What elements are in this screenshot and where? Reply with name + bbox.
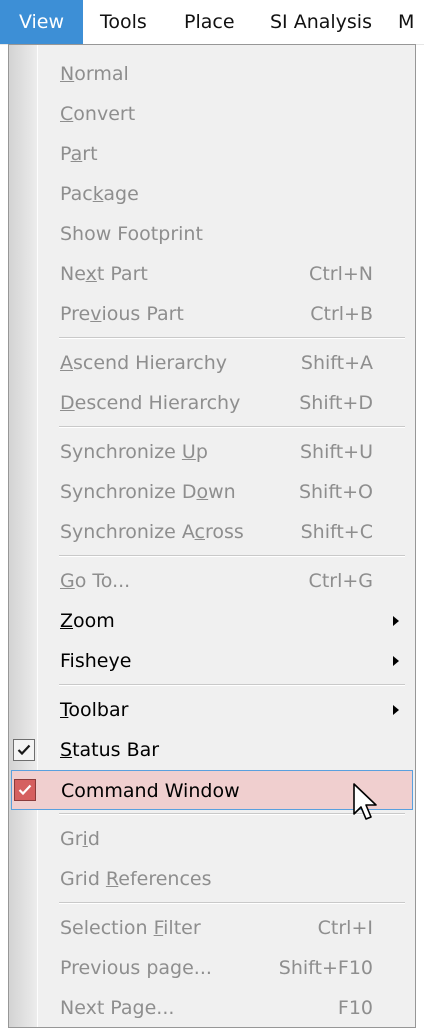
menu-item-grid-references[interactable]: Grid References: [9, 859, 415, 899]
menu-item-label: Selection Filter: [60, 917, 201, 939]
menu-item-convert[interactable]: Convert: [9, 94, 415, 134]
menu-item-fisheye[interactable]: Fisheye: [9, 641, 415, 681]
menu-item-label: Synchronize Across: [60, 521, 244, 543]
menu-item-label: Package: [60, 183, 139, 205]
menu-item-synchronize-down[interactable]: Synchronize Down Shift+O: [9, 472, 415, 512]
menu-item-zoom[interactable]: Zoom: [9, 601, 415, 641]
menu-item-label: Previous Part: [60, 303, 184, 325]
menu-item-label: Normal: [60, 63, 129, 85]
menu-item-shortcut: Shift+U: [299, 441, 373, 463]
menu-item-synchronize-up[interactable]: Synchronize Up Shift+U: [9, 432, 415, 472]
submenu-arrow-icon: [393, 616, 399, 626]
menu-item-go-to[interactable]: Go To... Ctrl+G: [9, 561, 415, 601]
menu-item-ascend-hierarchy[interactable]: Ascend Hierarchy Shift+A: [9, 343, 415, 383]
menu-item-part[interactable]: Part: [9, 134, 415, 174]
menu-item-next-part[interactable]: Next Part Ctrl+N: [9, 254, 415, 294]
menu-item-label: Ascend Hierarchy: [60, 352, 228, 374]
menu-item-normal[interactable]: Normal: [9, 54, 415, 94]
menu-more-partial[interactable]: M: [398, 0, 414, 44]
arrow-cursor-icon: [353, 783, 377, 820]
menu-si-analysis[interactable]: SI Analysis: [270, 0, 372, 44]
menu-place[interactable]: Place: [184, 0, 235, 44]
menu-item-selection-filter[interactable]: Selection Filter Ctrl+I: [9, 908, 415, 948]
menu-separator: [59, 337, 405, 339]
menu-item-label: Synchronize Down: [60, 481, 236, 503]
menu-item-label: Next Page...: [60, 997, 175, 1019]
menu-separator: [59, 902, 405, 904]
menu-item-shortcut: Ctrl+G: [308, 570, 373, 592]
menu-item-show-footprint[interactable]: Show Footprint: [9, 214, 415, 254]
menu-item-previous-part[interactable]: Previous Part Ctrl+B: [9, 294, 415, 334]
menu-item-label: Fisheye: [60, 650, 132, 672]
menu-item-label: Previous page...: [60, 957, 212, 979]
menu-item-previous-page[interactable]: Previous page... Shift+F10: [9, 948, 415, 988]
menu-bar: View Tools Place SI Analysis M: [0, 0, 424, 45]
menu-item-label: Toolbar: [60, 699, 129, 721]
menu-separator: [59, 684, 405, 686]
menu-item-descend-hierarchy[interactable]: Descend Hierarchy Shift+D: [9, 383, 415, 423]
menu-item-label: Command Window: [61, 780, 240, 802]
menu-item-label: Show Footprint: [60, 223, 203, 245]
menu-item-label: Convert: [60, 103, 136, 125]
menu-view[interactable]: View: [0, 0, 83, 44]
menu-item-next-page[interactable]: Next Page... F10: [9, 988, 415, 1028]
menu-item-label: Part: [60, 143, 98, 165]
menu-item-label: Next Part: [60, 263, 148, 285]
menu-item-label: Status Bar: [60, 739, 160, 761]
menu-item-label: Descend Hierarchy: [60, 392, 241, 414]
menu-item-label: Synchronize Up: [60, 441, 208, 463]
menu-separator: [59, 555, 405, 557]
menu-item-package[interactable]: Package: [9, 174, 415, 214]
menu-item-shortcut: Ctrl+B: [310, 303, 373, 325]
checkmark-icon: [14, 779, 36, 801]
menu-item-shortcut: Shift+A: [300, 352, 373, 374]
menu-item-toolbar[interactable]: Toolbar: [9, 690, 415, 730]
menu-item-label: Grid: [60, 828, 100, 850]
checkmark-icon: [13, 739, 35, 761]
menu-item-status-bar[interactable]: Status Bar: [9, 730, 415, 770]
menu-item-synchronize-across[interactable]: Synchronize Across Shift+C: [9, 512, 415, 552]
menu-item-shortcut: Shift+F10: [278, 957, 373, 979]
menu-item-shortcut: Ctrl+N: [309, 263, 373, 285]
menu-item-shortcut: Shift+C: [300, 521, 373, 543]
menu-item-shortcut: Ctrl+I: [317, 917, 373, 939]
view-dropdown-menu: Normal Convert Part Package Show Footprint Ne…: [8, 44, 416, 1028]
menu-item-label: Go To...: [60, 570, 131, 592]
menu-tools[interactable]: Tools: [100, 0, 147, 44]
menu-item-shortcut: F10: [337, 997, 373, 1019]
submenu-arrow-icon: [393, 705, 399, 715]
submenu-arrow-icon: [393, 656, 399, 666]
menu-separator: [59, 426, 405, 428]
menu-item-label: Zoom: [60, 610, 115, 632]
menu-item-shortcut: Shift+O: [298, 481, 373, 503]
menu-item-shortcut: Shift+D: [299, 392, 373, 414]
menu-item-label: Grid References: [60, 868, 212, 890]
